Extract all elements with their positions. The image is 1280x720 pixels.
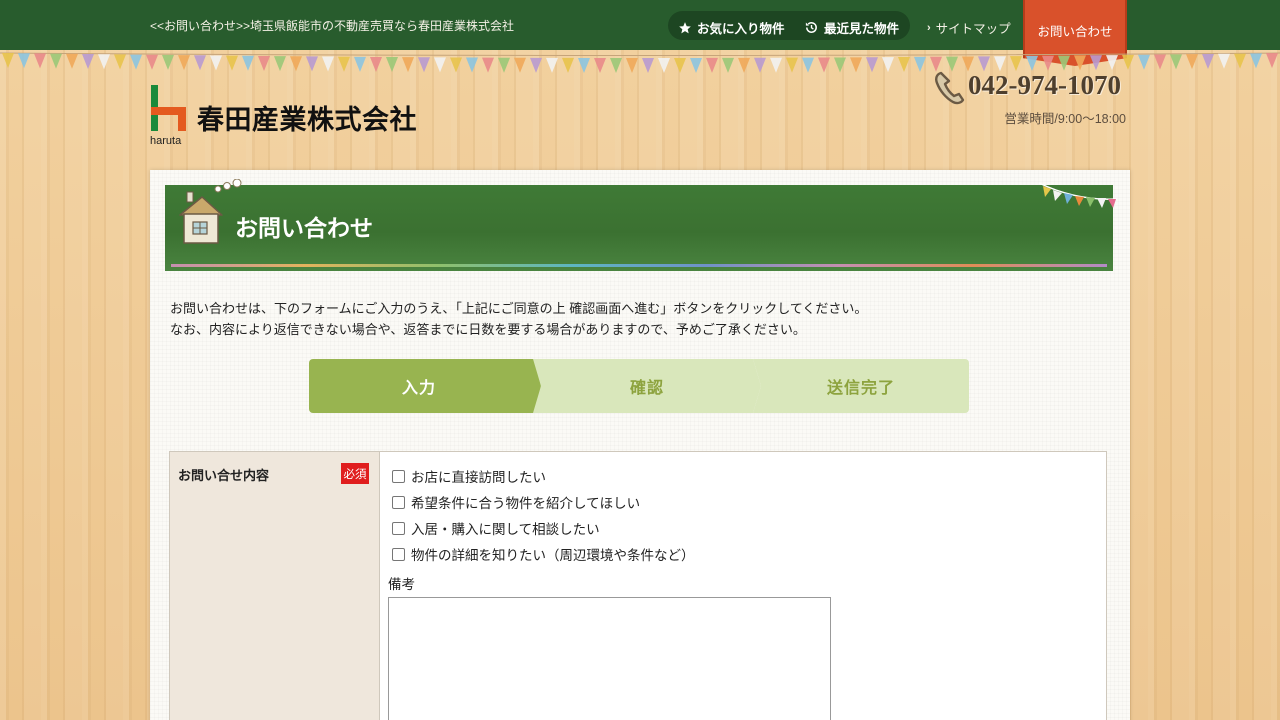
company-logo[interactable]: haruta [150,85,190,147]
option-consult-purchase-checkbox[interactable] [392,521,405,535]
chevron-right-icon: › [927,21,931,34]
intro-text: お問い合わせは、下のフォームにご入力のうえ、「上記にご同意の上 確認画面へ進む」… [170,298,867,340]
option-visit-store[interactable]: お店に直接訪問したい [392,463,695,489]
inquiry-options: お店に直接訪問したい 希望条件に合う物件を紹介してほしい 入居・購入に関して相談… [392,463,695,567]
option-property-details-checkbox[interactable] [392,547,405,561]
favorites-recent-pill: お気に入り物件 最近見た物件 [668,11,910,40]
intro-line-2: なお、内容により返信できない場合や、返答までに日数を要する場合がありますので、予… [170,322,806,337]
breadcrumb[interactable]: <<お問い合わせ>>埼玉県飯能市の不動産売買なら春田産業株式会社 [150,17,514,34]
step-confirm: 確認 [533,359,761,413]
page-title: お問い合わせ [235,216,373,242]
inquiry-form-table: お問い合せ内容 必須 お店に直接訪問したい 希望条件に合う物件を紹介してほしい … [169,451,1107,720]
company-name: 春田産業株式会社 [197,105,417,136]
step-complete: 送信完了 [753,359,969,413]
recent-label: 最近見た物件 [824,22,900,36]
remarks-label: 備考 [388,577,415,592]
page-header-banner: お問い合わせ [165,179,1118,271]
logo-text: haruta [150,135,182,147]
progress-steps: 入力 確認 送信完了 [309,359,969,413]
required-badge: 必須 [341,463,369,484]
option-label: 希望条件に合う物件を紹介してほしい [411,496,641,511]
rainbow-divider [171,264,1107,267]
phone-number[interactable]: 042-974-1070 [968,70,1121,101]
option-label: お店に直接訪問したい [411,470,546,485]
history-icon [805,22,817,33]
star-icon [679,21,691,33]
option-visit-store-checkbox[interactable] [392,469,405,483]
recent-link[interactable]: 最近見た物件 [804,18,899,37]
main-panel: お問い合わせ お問い合わせは、下のフォームにご入力のうえ、「上記にご同意の上 確… [150,170,1130,720]
house-icon [179,179,242,244]
inquiry-content-label: お問い合せ内容 [178,468,270,483]
option-property-details[interactable]: 物件の詳細を知りたい（周辺環境や条件など） [392,541,695,567]
sitemap-label: サイトマップ [935,22,1011,36]
option-label: 物件の詳細を知りたい（周辺環境や条件など） [411,548,695,563]
favorites-link[interactable]: お気に入り物件 [678,18,785,37]
logo-mark-icon: haruta [150,85,186,147]
phone-icon [935,71,965,105]
favorites-label: お気に入り物件 [697,22,785,36]
option-recommend-property[interactable]: 希望条件に合う物件を紹介してほしい [392,489,695,515]
option-label: 入居・購入に関して相談したい [411,522,600,537]
step-input: 入力 [309,359,541,413]
option-consult-purchase[interactable]: 入居・購入に関して相談したい [392,515,695,541]
sitemap-link[interactable]: › サイトマップ [927,18,1011,37]
intro-line-1: お問い合わせは、下のフォームにご入力のうえ、「上記にご同意の上 確認画面へ進む」… [170,301,868,316]
remarks-textarea[interactable] [388,597,831,720]
form-label-cell: お問い合せ内容 必須 [170,452,380,720]
flag-garland-icon [1038,182,1118,208]
option-recommend-property-checkbox[interactable] [392,495,405,509]
business-hours: 営業時間/9:00～18:00 [1004,112,1126,126]
